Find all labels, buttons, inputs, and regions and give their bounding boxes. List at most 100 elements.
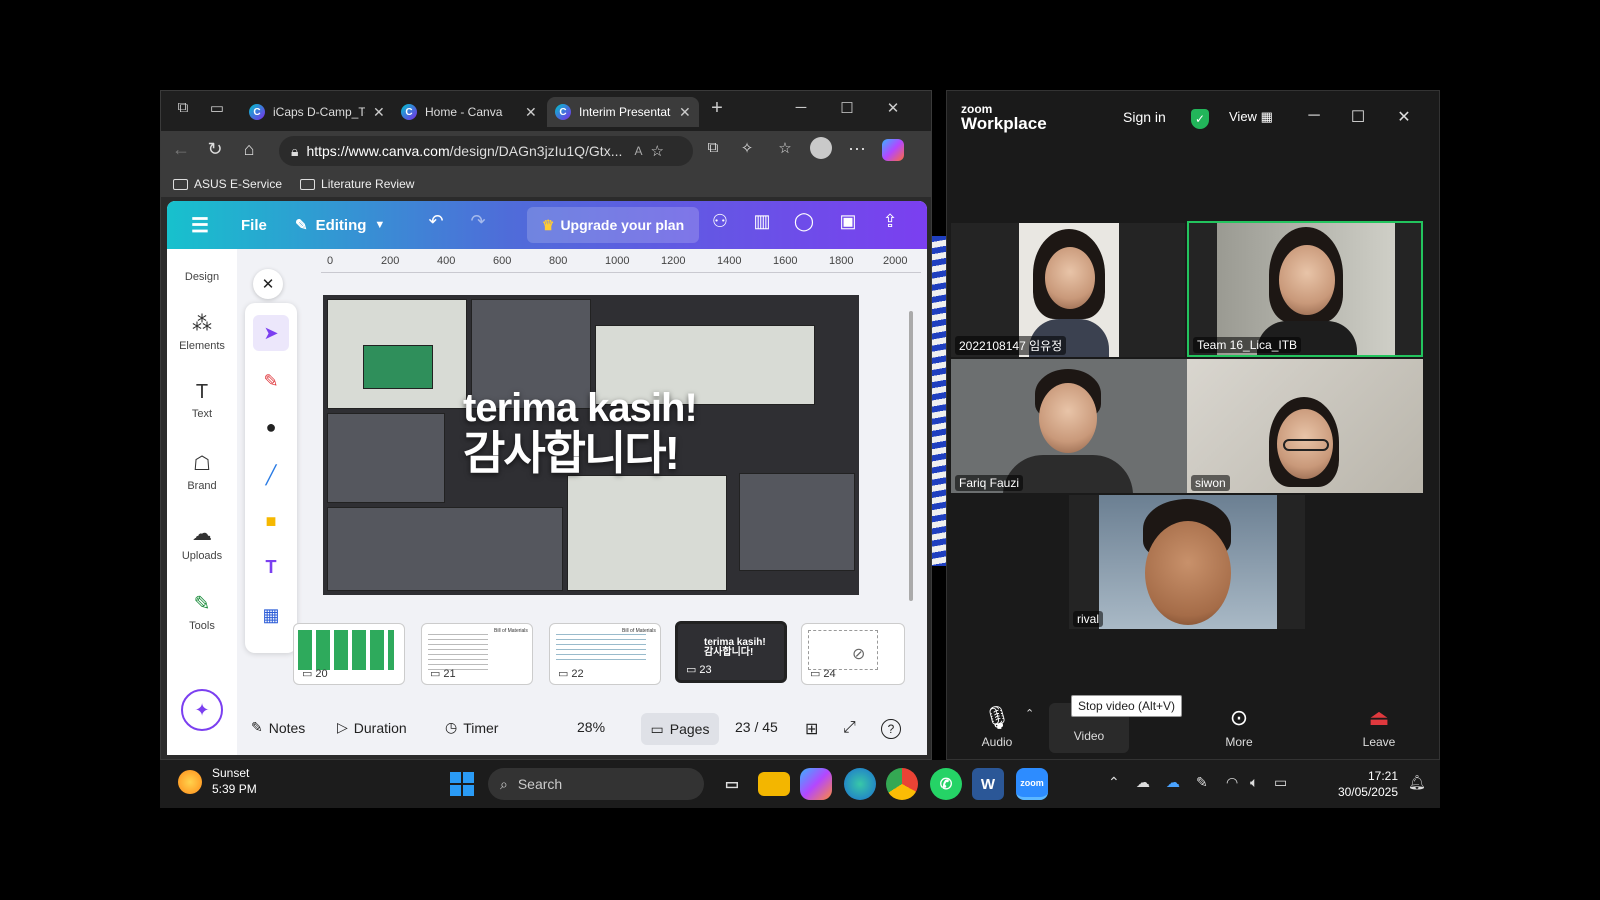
tray-overflow-chevron-icon[interactable]: ⌃ (1108, 774, 1120, 791)
editing-mode-dropdown[interactable]: ✎ Editing ▼ (295, 201, 385, 249)
close-tab-icon[interactable]: ✕ (679, 104, 691, 121)
video-tile-participant-1[interactable]: 2022108147 임유정 (951, 223, 1185, 357)
input-indicator-icon[interactable]: ✎ (1196, 774, 1208, 791)
video-tile-participant-4[interactable]: siwon (1187, 359, 1423, 493)
bookmark-asus[interactable]: ASUS E-Service (173, 177, 282, 191)
read-aloud-icon[interactable]: A (634, 144, 642, 158)
rail-text[interactable]: T Text (167, 381, 237, 420)
duration-button[interactable]: ▷ Duration (337, 719, 407, 736)
pages-button[interactable]: ▭ Pages (641, 713, 719, 745)
tab-home-canva[interactable]: C Home - Canva ✕ (393, 97, 545, 127)
notes-button[interactable]: ✎ Notes (251, 719, 305, 736)
video-tile-participant-3[interactable]: Fariq Fauzi (951, 359, 1187, 493)
notifications-bell-icon[interactable]: 🔔︎ (1408, 774, 1426, 791)
zoom-level[interactable]: 28% (577, 719, 605, 735)
extensions-icon[interactable]: ✧ (735, 139, 759, 157)
undo-icon[interactable]: ↶ (423, 211, 449, 232)
more-button[interactable]: ⊙ More (1199, 705, 1279, 749)
upgrade-plan-button[interactable]: ♛ Upgrade your plan (527, 207, 699, 243)
system-clock[interactable]: 17:21 30/05/2025 (1308, 768, 1398, 800)
start-windows-icon[interactable] (450, 772, 474, 796)
slide-canvas[interactable]: terima kasih! 감사합니다! (323, 295, 859, 595)
edge-browser-icon[interactable] (844, 768, 876, 800)
home-icon[interactable]: ⌂ (237, 139, 261, 160)
tab-icaps[interactable]: C iCaps D-Camp_Te ✕ (241, 97, 393, 127)
pen-icon[interactable]: ✎ (253, 363, 289, 399)
tab-interim-presentation[interactable]: C Interim Presentati ✕ (547, 97, 699, 127)
timer-button[interactable]: ◷ Timer (445, 719, 498, 736)
close-tab-icon[interactable]: ✕ (525, 104, 537, 121)
rail-design[interactable]: Design (167, 271, 237, 283)
favorite-star-icon[interactable]: ☆ (650, 142, 663, 160)
copilot-taskbar-icon[interactable] (800, 768, 832, 800)
audio-options-chevron-icon[interactable]: ⌃ (1025, 707, 1034, 720)
rail-uploads[interactable]: ☁ Uploads (167, 521, 237, 562)
maximize-icon[interactable]: ☐ (1347, 107, 1369, 127)
insights-chart-icon[interactable]: ▥ (749, 211, 775, 232)
security-shield-icon[interactable]: ✓ (1191, 109, 1209, 129)
close-tab-icon[interactable]: ✕ (373, 104, 385, 121)
rail-elements[interactable]: ⁂ Elements (167, 311, 237, 352)
file-menu[interactable]: File (241, 201, 267, 249)
onedrive-icon[interactable]: ☁ (1166, 774, 1180, 791)
rail-brand[interactable]: ☖ Brand (167, 451, 237, 492)
copilot-icon[interactable] (881, 139, 905, 166)
onedrive-sync-icon[interactable]: ☁ (1136, 774, 1150, 791)
share-people-icon[interactable]: ⚇ (707, 211, 733, 232)
close-window-icon[interactable]: ✕ (1393, 107, 1415, 127)
present-icon[interactable]: ▣ (835, 211, 861, 232)
select-arrow-icon[interactable]: ➤ (253, 315, 289, 351)
grid-view-icon[interactable]: ⊞ (805, 719, 818, 739)
table-icon[interactable]: ▦ (253, 597, 289, 633)
close-window-icon[interactable]: ✕ (883, 99, 903, 117)
magic-assistant-icon[interactable]: ✦ (181, 689, 223, 731)
favorites-icon[interactable]: ☆ (773, 139, 797, 157)
leave-button[interactable]: ⏏ Leave (1339, 705, 1419, 749)
thumbnail-page-22[interactable]: Bill of Materials ▭ 22 (549, 623, 661, 685)
thumbnail-page-23[interactable]: terima kasih! 감사합니다! ▭ 23 (675, 621, 787, 683)
whatsapp-icon[interactable]: ✆ (930, 768, 962, 800)
volume-icon[interactable]: 🔈︎ (1250, 774, 1258, 791)
view-button[interactable]: View ▦ (1229, 109, 1273, 125)
chrome-icon[interactable] (886, 768, 918, 800)
maximize-icon[interactable]: ☐ (837, 99, 857, 117)
shapes-icon[interactable]: ● (253, 409, 289, 445)
share-upload-icon[interactable]: ⇪ (877, 211, 903, 232)
minimize-icon[interactable]: ─ (791, 99, 811, 116)
zoom-taskbar-icon[interactable]: zoom (1016, 768, 1048, 800)
weather-widget[interactable]: Sunset 5:39 PM (178, 766, 257, 797)
bookmark-literature-review[interactable]: Literature Review (300, 177, 414, 191)
sticky-note-icon[interactable]: ■ (253, 503, 289, 539)
rail-tools[interactable]: ✎ Tools (167, 591, 237, 632)
vertical-scrollbar[interactable] (909, 311, 913, 601)
fullscreen-icon[interactable]: ⤢ (843, 719, 856, 737)
thumbnail-page-20[interactable]: ▭ 20 (293, 623, 405, 685)
thumbnail-page-24[interactable]: ⊘ ▭ 24 (801, 623, 905, 685)
taskbar-search[interactable]: ⌕ Search (488, 768, 704, 800)
new-tab-icon[interactable]: + (707, 97, 727, 120)
word-icon[interactable]: W (972, 768, 1004, 800)
wifi-icon[interactable]: ◠ (1226, 774, 1238, 791)
minimize-icon[interactable]: ─ (1303, 107, 1325, 125)
url-field[interactable]: 🔒︎ https://www.canva.com/design/DAGn3jzI… (279, 136, 693, 166)
hamburger-menu-icon[interactable]: ☰ (191, 201, 209, 249)
tab-actions-icon[interactable]: ▭ (207, 99, 227, 117)
more-menu-icon[interactable]: ⋯ (845, 139, 869, 160)
help-icon[interactable]: ? (881, 719, 901, 739)
task-view-icon[interactable]: ▭ (716, 768, 748, 800)
profile-avatar[interactable] (809, 137, 833, 164)
line-icon[interactable]: ╱ (253, 457, 289, 493)
close-tools-icon[interactable]: ✕ (253, 269, 283, 299)
collections-icon[interactable]: ⧉ (701, 139, 725, 156)
sign-in-link[interactable]: Sign in (1123, 109, 1166, 125)
refresh-icon[interactable]: ↻ (203, 139, 227, 160)
battery-icon[interactable]: ▭ (1274, 774, 1287, 791)
comment-icon[interactable]: ◯ (791, 211, 817, 232)
file-explorer-icon[interactable] (758, 772, 790, 796)
add-text-icon[interactable]: T (253, 549, 289, 585)
thumbnail-page-21[interactable]: Bill of Materials ▭ 21 (421, 623, 533, 685)
redo-icon[interactable]: ↷ (465, 211, 491, 232)
video-tile-participant-5[interactable]: rival (1069, 495, 1305, 629)
back-icon[interactable]: ← (169, 139, 193, 160)
workspaces-icon[interactable]: ⧉ (173, 99, 193, 116)
